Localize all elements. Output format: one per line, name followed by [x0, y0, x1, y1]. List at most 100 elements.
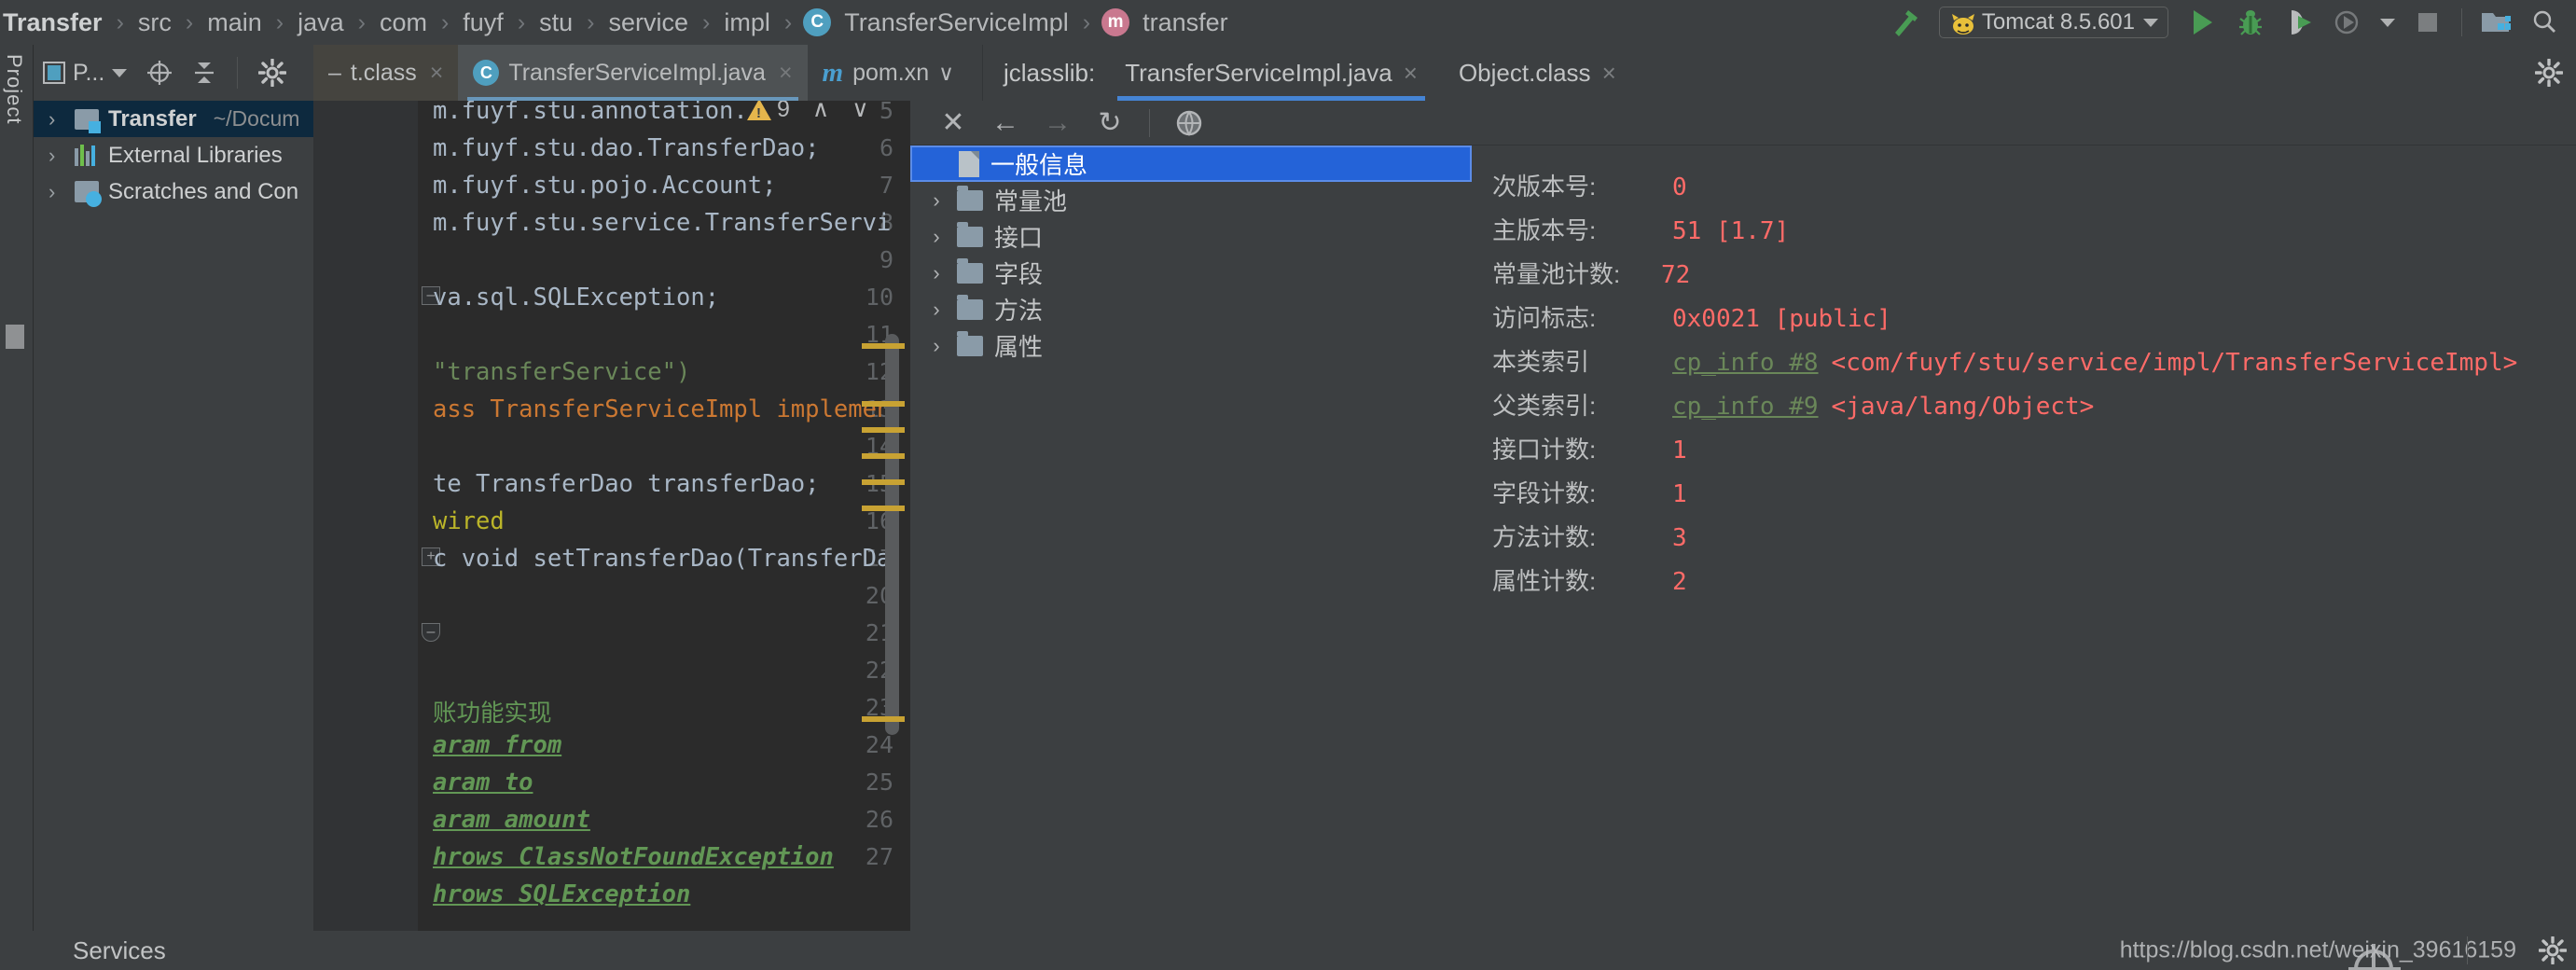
- jclasslib-panel-title: jclasslib:: [1003, 58, 1096, 87]
- close-icon[interactable]: ×: [779, 60, 793, 87]
- tree-node-scratches[interactable]: › Scratches and Con: [34, 173, 313, 210]
- chevron-right-icon[interactable]: ›: [48, 107, 65, 132]
- jtree-node-methods[interactable]: › 方法: [910, 291, 1489, 327]
- cp-info-link[interactable]: cp_info #9: [1652, 393, 1819, 421]
- breadcrumb-item-java[interactable]: java: [295, 0, 347, 45]
- code-line: aram from: [433, 731, 562, 759]
- tree-node-label: Transfer: [108, 105, 197, 132]
- chevron-right-icon[interactable]: ›: [48, 180, 65, 204]
- rail-label-project[interactable]: Project: [2, 54, 26, 124]
- nav-up-icon[interactable]: ∧: [812, 101, 829, 123]
- editor-gutter[interactable]: [313, 101, 418, 931]
- tab-transferserviceimpl-java[interactable]: C TransferServiceImpl.java ×: [458, 45, 808, 101]
- scrollbar-marker: [862, 479, 905, 485]
- code-editor[interactable]: 5 6 7 8 9 10 11 12 13 14 15 16 17 20 21 …: [313, 101, 910, 931]
- breadcrumb-item-impl[interactable]: impl: [721, 0, 773, 45]
- build-button[interactable]: [1881, 0, 1930, 45]
- close-icon[interactable]: ×: [1602, 59, 1616, 88]
- breadcrumb-separator: ›: [783, 8, 793, 35]
- class-icon: C: [473, 60, 500, 86]
- chevron-down-icon[interactable]: ∨: [938, 61, 954, 86]
- tomcat-icon: [1949, 12, 1974, 35]
- close-button[interactable]: ✕: [927, 101, 979, 146]
- close-icon[interactable]: ×: [1404, 59, 1418, 88]
- jtree-node-general-info[interactable]: 一般信息: [910, 146, 1472, 182]
- chevron-right-icon[interactable]: ›: [927, 334, 946, 358]
- stop-button[interactable]: [2403, 0, 2452, 45]
- collapse-all-button[interactable]: [183, 45, 226, 101]
- line-number: 26: [865, 806, 893, 833]
- project-structure-button[interactable]: [2472, 0, 2520, 45]
- tree-node-transfer[interactable]: › Transfer ~/Docum: [34, 101, 313, 137]
- folder-icon: [957, 185, 983, 211]
- module-folder-icon: [75, 108, 101, 133]
- warning-triangle-icon: [747, 101, 771, 121]
- run-button[interactable]: [2178, 0, 2226, 45]
- back-button[interactable]: ←: [979, 101, 1032, 146]
- close-icon: ✕: [941, 107, 965, 138]
- breadcrumb-item-main[interactable]: main: [204, 0, 265, 45]
- folder-icon: [957, 330, 983, 356]
- jtree-node-attributes[interactable]: › 属性: [910, 327, 1489, 364]
- run-configuration-selector[interactable]: Tomcat 8.5.601: [1938, 7, 2168, 38]
- chevron-right-icon[interactable]: ›: [927, 298, 946, 322]
- tab-t-class[interactable]: – t.class ×: [313, 45, 459, 101]
- jtree-node-fields[interactable]: › 字段: [910, 255, 1489, 291]
- jtree-node-label: 一般信息: [990, 151, 1088, 179]
- jclasslib-tab-object-class[interactable]: Object.class ×: [1438, 45, 1637, 101]
- select-opened-file-button[interactable]: [136, 45, 183, 101]
- breadcrumb-item-fuyf[interactable]: fuyf: [460, 0, 506, 45]
- watermark-text: https://blog.csdn.net/weixin_39616159: [2119, 936, 2516, 963]
- profiler-button[interactable]: [2323, 0, 2372, 45]
- info-label: 方法计数:: [1492, 523, 1597, 551]
- cp-info-link[interactable]: cp_info #8: [1652, 349, 1819, 377]
- breadcrumb-item-transfer[interactable]: Transfer: [0, 0, 105, 45]
- close-icon[interactable]: ×: [430, 60, 444, 87]
- jtree-node-label: 接口: [994, 224, 1044, 252]
- reload-button[interactable]: ↻: [1084, 101, 1136, 146]
- fold-marker[interactable]: –: [422, 623, 440, 642]
- breadcrumb-item-service[interactable]: service: [606, 0, 692, 45]
- breadcrumb-item-stu[interactable]: stu: [536, 0, 575, 45]
- project-settings-button[interactable]: [249, 45, 296, 101]
- search-everywhere-button[interactable]: [2520, 0, 2569, 45]
- info-value: 72: [1661, 261, 1691, 289]
- chevron-right-icon[interactable]: ›: [927, 261, 946, 285]
- jclasslib-tab-transferserviceimpl[interactable]: TransferServiceImpl.java ×: [1104, 45, 1438, 101]
- rail-structure-icon[interactable]: [6, 325, 24, 349]
- status-settings-button[interactable]: [2539, 936, 2567, 964]
- browse-web-button[interactable]: [1163, 101, 1215, 146]
- forward-button[interactable]: →: [1032, 101, 1084, 146]
- tree-node-label: Scratches and Con: [108, 178, 299, 204]
- breadcrumb-item-class[interactable]: C TransferServiceImpl: [803, 0, 1072, 45]
- info-value: 1: [1672, 480, 1687, 508]
- ide-window: Transfer › src › main › java › com › fuy…: [0, 0, 2576, 970]
- chevron-right-icon[interactable]: ›: [927, 225, 946, 249]
- services-button[interactable]: Services: [0, 936, 166, 965]
- jtree-node-interfaces[interactable]: › 接口: [910, 218, 1489, 255]
- jtree-node-constant-pool[interactable]: › 常量池: [910, 182, 1489, 218]
- info-value: <java/lang/Object>: [1831, 393, 2095, 421]
- collapse-all-icon: [195, 62, 215, 83]
- gear-icon: [258, 59, 287, 87]
- chevron-right-icon[interactable]: ›: [927, 188, 946, 213]
- debug-button[interactable]: [2226, 0, 2275, 45]
- breadcrumb-item-method[interactable]: m transfer: [1101, 0, 1231, 45]
- folder-icon: [957, 257, 983, 284]
- code-line: m.fuyf.stu.service.TransferServi: [433, 209, 892, 237]
- chevron-right-icon[interactable]: ›: [48, 144, 65, 168]
- editor-scrollbar[interactable]: [885, 334, 899, 735]
- run-with-coverage-button[interactable]: [2275, 0, 2323, 45]
- tab-pom-xml[interactable]: m pom.xn ∨: [808, 45, 969, 101]
- breadcrumb-item-com[interactable]: com: [377, 0, 430, 45]
- nav-down-icon[interactable]: ∨: [852, 101, 868, 123]
- profiler-dropdown[interactable]: [2372, 0, 2403, 45]
- tree-node-path: ~/Docum: [213, 106, 300, 131]
- info-label: 访问标志:: [1492, 304, 1597, 332]
- editor-settings-button[interactable]: [2535, 59, 2563, 87]
- tree-node-external-libraries[interactable]: › External Libraries: [34, 137, 313, 173]
- breadcrumb-item-src[interactable]: src: [135, 0, 174, 45]
- jtree-node-label: 常量池: [994, 187, 1068, 215]
- inspection-widget[interactable]: 9 ∧ ∨: [747, 101, 869, 123]
- project-view-selector[interactable]: P...: [34, 45, 136, 101]
